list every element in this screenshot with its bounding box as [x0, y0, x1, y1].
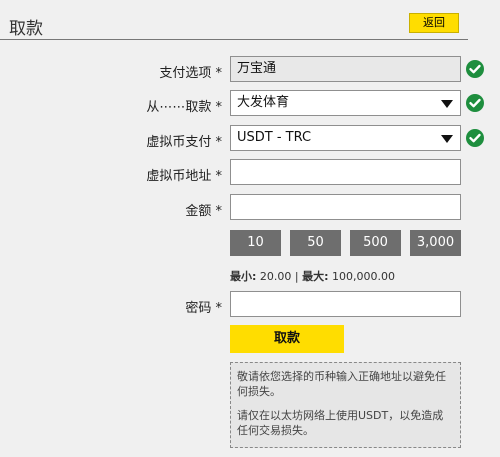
quick-amount-50-button[interactable]: 50 [290, 230, 341, 256]
crypto-payment-value: USDT - TRC [237, 130, 312, 145]
check-circle-icon [466, 60, 484, 78]
min-limit-value: 20.00 [259, 270, 292, 283]
amount-limits: 最小: 20.00 | 最大: 100,000.00 [230, 268, 395, 284]
payment-option-label: 支付选项 * [159, 66, 222, 81]
page-header: 取款 返回 [0, 0, 500, 40]
payment-option-field: 万宝通 [230, 56, 461, 82]
password-input[interactable] [230, 291, 461, 317]
header-divider [0, 39, 468, 40]
from-wallet-select[interactable]: 大发体育 [230, 90, 461, 116]
amount-label: 金额 * [185, 204, 222, 219]
from-wallet-value: 大发体育 [237, 95, 290, 110]
crypto-payment-select[interactable]: USDT - TRC [230, 125, 461, 151]
chevron-down-icon [441, 100, 453, 108]
back-button[interactable]: 返回 [409, 13, 459, 33]
quick-amount-10-button[interactable]: 10 [230, 230, 281, 256]
min-limit-label: 最小: [230, 270, 257, 283]
quick-amount-500-button[interactable]: 500 [350, 230, 401, 256]
quick-amount-3000-button[interactable]: 3,000 [410, 230, 461, 256]
notice-line-2: 请仅在以太坊网络上使用USDT，以免造成任何交易损失。 [237, 409, 444, 437]
page-title: 取款 [9, 19, 43, 39]
max-limit-value: 100,000.00 [332, 270, 396, 283]
limit-separator: | [294, 270, 299, 283]
crypto-address-label: 虚拟币地址 * [146, 169, 222, 184]
amount-input[interactable] [230, 194, 461, 220]
withdraw-submit-button[interactable]: 取款 [230, 325, 344, 353]
notice-box: 敬请依您选择的币种输入正确地址以避免任何损失。 请仅在以太坊网络上使用USDT，… [230, 362, 461, 448]
max-limit-label: 最大: [302, 270, 329, 283]
password-label: 密码 * [185, 301, 222, 316]
notice-line-1: 敬请依您选择的币种输入正确地址以避免任何损失。 [237, 370, 446, 398]
chevron-down-icon [441, 135, 453, 143]
crypto-payment-label: 虚拟币支付 * [146, 135, 222, 150]
crypto-address-input[interactable] [230, 159, 461, 185]
check-circle-icon [466, 129, 484, 147]
from-wallet-label: 从⋯⋯取款 * [146, 100, 222, 115]
check-circle-icon [466, 94, 484, 112]
